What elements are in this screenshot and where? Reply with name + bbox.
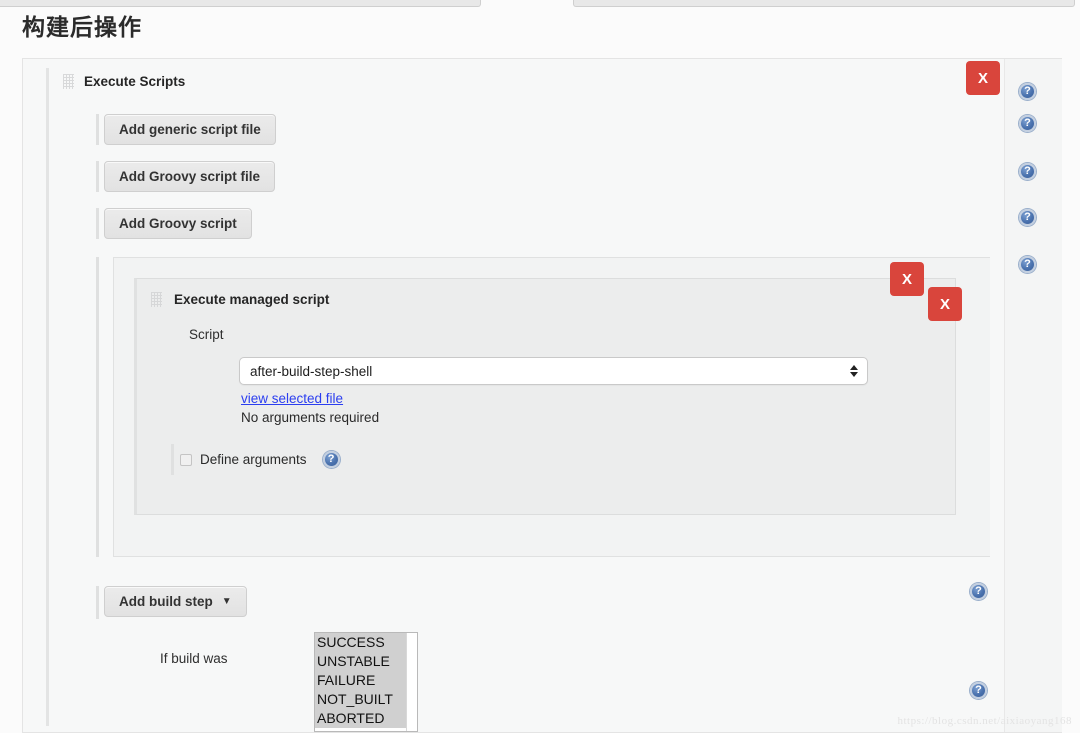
if-build-was-label: If build was [160,651,228,666]
list-option[interactable]: NOT_BUILT [315,690,407,709]
if-build-was-listbox[interactable]: SUCCESS UNSTABLE FAILURE NOT_BUILT ABORT… [314,632,418,732]
list-option[interactable]: UNSTABLE [315,652,407,671]
build-step-execute-managed-script: Execute managed script Script after-buil… [134,278,956,515]
view-selected-file-link[interactable]: view selected file [241,391,343,406]
indent-bar [96,586,99,619]
indent-bar [96,208,99,239]
add-groovy-script-button[interactable]: Add Groovy script [104,208,252,239]
browser-tab-fragment-right[interactable] [573,0,1075,7]
script-select[interactable]: after-build-step-shell [239,357,868,385]
help-icon-if-build-was[interactable] [970,583,987,600]
list-option[interactable]: ABORTED [315,709,407,728]
build-steps-container: Execute managed script Script after-buil… [113,257,990,557]
build-step-title: Execute managed script [174,292,330,307]
help-icon-add-generic-script-file[interactable] [1019,115,1036,132]
drag-grip-icon[interactable] [63,73,74,89]
browser-tab-strip [0,0,1080,8]
add-generic-script-file-button[interactable]: Add generic script file [104,114,276,145]
indent-bar [96,114,99,145]
chevron-down-icon: ▼ [221,596,232,607]
publisher-title: Execute Scripts [84,73,186,89]
script-select-value: after-build-step-shell [250,363,373,379]
indent-bar [96,161,99,192]
add-build-step-label: Add build step [119,594,213,609]
publisher-header: Execute Scripts [49,68,185,94]
indent-bar [171,444,174,475]
delete-publisher-button[interactable]: X [966,61,1000,95]
help-icon-add-groovy-script-file[interactable] [1019,163,1036,180]
help-icon-build-steps[interactable] [1019,256,1036,273]
define-arguments-label: Define arguments [200,452,307,467]
define-arguments-row: Define arguments [180,451,340,468]
select-stepper-icon[interactable] [850,365,858,377]
add-build-step-button[interactable]: Add build step ▼ [104,586,247,617]
page-title: 构建后操作 [22,14,142,40]
delete-build-step-button[interactable]: X [928,287,962,321]
page-root: 构建后操作 Execute Scripts Add generic script… [0,0,1080,733]
post-build-actions-card: Execute Scripts Add generic script file … [22,58,1062,733]
add-groovy-script-file-button[interactable]: Add Groovy script file [104,161,276,192]
help-icon-rail [1004,59,1062,732]
arguments-note: No arguments required [241,410,380,425]
define-arguments-checkbox[interactable] [180,453,192,466]
build-step-header: Execute managed script [151,292,329,307]
delete-build-steps-container-button[interactable]: X [890,262,924,296]
list-option[interactable]: FAILURE [315,671,407,690]
browser-tab-fragment-left[interactable] [0,0,481,7]
drag-grip-icon[interactable] [151,292,162,307]
list-option[interactable]: SUCCESS [315,633,407,652]
listbox-scrollbar[interactable] [406,633,417,731]
script-field-label: Script [189,327,224,342]
indent-bar [96,257,99,557]
publisher-execute-scripts: Execute Scripts Add generic script file … [46,68,990,732]
help-icon-execute-scripts[interactable] [1019,83,1036,100]
help-icon-add-groovy-script[interactable] [1019,209,1036,226]
help-icon-execution-limited[interactable] [970,682,987,699]
help-icon-define-arguments[interactable] [322,451,340,468]
watermark: https://blog.csdn.net/aixiaoyang168 [897,715,1072,727]
